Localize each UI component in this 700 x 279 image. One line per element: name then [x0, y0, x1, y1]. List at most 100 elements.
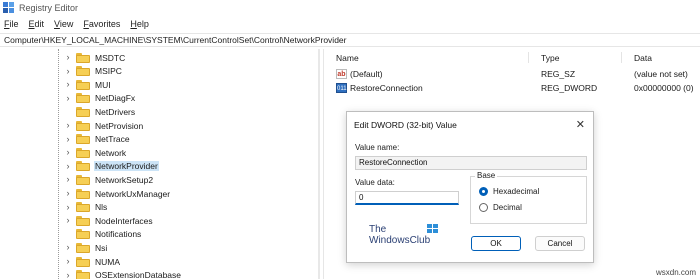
- chevron-right-icon[interactable]: ›: [64, 66, 72, 76]
- tree-item-netprovision[interactable]: › NetProvision: [64, 119, 144, 132]
- cancel-button[interactable]: Cancel: [535, 236, 585, 251]
- menu-view[interactable]: View: [54, 19, 73, 29]
- tree-item-nodeinterfaces[interactable]: › NodeInterfaces: [64, 214, 154, 227]
- thewindowsclub-watermark: The WindowsClub: [369, 224, 438, 246]
- registry-editor-icon: [3, 2, 15, 14]
- menu-favorites[interactable]: Favorites: [83, 19, 120, 29]
- tree-guide-line: [58, 49, 59, 279]
- tree-item-label: Nsi: [95, 242, 108, 253]
- key-tree[interactable]: › MSDTC › MSIPC › MUI › NetDiagFx NetDrivers › Net…: [0, 49, 324, 279]
- value-row[interactable]: 011 RestoreConnection REG_DWORD 0x00000000 …: [330, 82, 700, 95]
- tree-item-netdiagfx[interactable]: › NetDiagFx: [64, 92, 136, 105]
- folder-icon: [76, 270, 90, 279]
- address-bar[interactable]: Computer\HKEY_LOCAL_MACHINE\SYSTEM\Curre…: [0, 33, 700, 47]
- tree-item-netdrivers[interactable]: NetDrivers: [64, 105, 136, 118]
- tree-item-label: NodeInterfaces: [95, 215, 153, 226]
- folder-icon: [76, 147, 90, 158]
- chevron-right-icon[interactable]: ›: [64, 257, 72, 266]
- chevron-right-icon[interactable]: ›: [64, 161, 72, 171]
- value-row[interactable]: ab (Default) REG_SZ (value not set): [330, 68, 700, 81]
- hexadecimal-radio[interactable]: [479, 187, 488, 196]
- chevron-right-icon[interactable]: ›: [64, 80, 72, 89]
- tree-item-label: OSExtensionDatabase: [95, 270, 181, 279]
- tree-item-networkprovider[interactable]: › NetworkProvider: [64, 160, 159, 173]
- tree-item-label: NetTrace: [95, 134, 130, 145]
- folder-icon: [76, 174, 90, 185]
- decimal-radio[interactable]: [479, 203, 488, 212]
- tree-item-networksetup2[interactable]: › NetworkSetup2: [64, 173, 154, 186]
- folder-icon: [76, 229, 90, 240]
- tree-item-label: NetworkProvider: [94, 161, 159, 172]
- site-watermark: wsxdn.com: [655, 268, 696, 277]
- tree-item-network[interactable]: › Network: [64, 146, 127, 159]
- chevron-right-icon[interactable]: ›: [64, 243, 72, 252]
- tree-item-label: Nls: [95, 202, 108, 213]
- close-icon[interactable]: ✕: [576, 118, 585, 131]
- base-group: Base Hexadecimal Decimal: [470, 171, 587, 224]
- folder-icon: [76, 256, 90, 267]
- menu-file[interactable]: File: [4, 19, 19, 29]
- column-separator[interactable]: [621, 52, 622, 63]
- hexadecimal-label[interactable]: Hexadecimal: [493, 187, 539, 196]
- menu-edit[interactable]: Edit: [29, 19, 45, 29]
- folder-icon: [76, 93, 90, 104]
- tree-item-nettrace[interactable]: › NetTrace: [64, 133, 131, 146]
- tree-item-osextensiondatabase[interactable]: › OSExtensionDatabase: [64, 269, 182, 279]
- folder-icon: [76, 188, 90, 199]
- column-separator[interactable]: [528, 52, 529, 63]
- folder-icon: [76, 161, 90, 172]
- value-name-label: Value name:: [355, 143, 400, 152]
- folder-icon: [76, 202, 90, 213]
- folder-icon: [76, 215, 90, 226]
- chevron-right-icon[interactable]: ›: [64, 148, 72, 157]
- value-data-field[interactable]: 0: [355, 191, 459, 205]
- column-header-name[interactable]: Name: [336, 53, 359, 63]
- ok-button[interactable]: OK: [471, 236, 521, 251]
- decimal-label[interactable]: Decimal: [493, 203, 522, 212]
- chevron-right-icon[interactable]: ›: [64, 93, 72, 103]
- windows-logo-icon: [427, 224, 438, 233]
- base-label: Base: [475, 171, 498, 180]
- value-name: (Default): [350, 69, 383, 79]
- chevron-right-icon[interactable]: ›: [64, 189, 72, 198]
- chevron-right-icon[interactable]: ›: [64, 202, 72, 212]
- dialog-title: Edit DWORD (32-bit) Value: [354, 120, 457, 130]
- chevron-right-icon[interactable]: ›: [64, 53, 72, 62]
- column-header-data[interactable]: Data: [634, 53, 652, 63]
- value-name-field[interactable]: RestoreConnection: [355, 156, 587, 170]
- tree-item-label: Network: [95, 147, 127, 158]
- watermark-line-2: WindowsClub: [369, 235, 431, 246]
- tree-item-mui[interactable]: › MUI: [64, 78, 112, 91]
- tree-item-label: NetworkSetup2: [95, 174, 154, 185]
- tree-scrollbar[interactable]: [318, 49, 320, 279]
- tree-item-msipc[interactable]: › MSIPC: [64, 65, 123, 78]
- value-data: 0x00000000 (0): [634, 83, 694, 93]
- chevron-right-icon[interactable]: ›: [64, 270, 72, 279]
- string-value-icon: ab: [336, 69, 347, 79]
- tree-item-networkuxmanager[interactable]: › NetworkUxManager: [64, 187, 171, 200]
- folder-icon: [76, 242, 90, 253]
- chevron-right-icon[interactable]: ›: [64, 175, 72, 184]
- folder-icon: [76, 106, 90, 117]
- tree-item-nsi[interactable]: › Nsi: [64, 241, 108, 254]
- tree-item-label: NetDrivers: [95, 106, 136, 117]
- column-header-type[interactable]: Type: [541, 53, 559, 63]
- tree-item-label: Notifications: [95, 229, 142, 240]
- tree-item-label: MSDTC: [95, 52, 126, 63]
- tree-item-notifications[interactable]: Notifications: [64, 228, 142, 241]
- tree-item-numa[interactable]: › NUMA: [64, 255, 121, 268]
- menu-help[interactable]: Help: [130, 19, 149, 29]
- tree-item-msdtc[interactable]: › MSDTC: [64, 51, 126, 64]
- chevron-right-icon[interactable]: ›: [64, 121, 72, 130]
- value-name: RestoreConnection: [350, 83, 423, 93]
- chevron-right-icon[interactable]: ›: [64, 216, 72, 225]
- tree-item-nls[interactable]: › Nls: [64, 201, 108, 214]
- menu-bar: File Edit View Favorites Help: [0, 16, 700, 32]
- window-title: Registry Editor: [19, 3, 79, 13]
- value-type: REG_DWORD: [541, 83, 598, 93]
- edit-dword-dialog: Edit DWORD (32-bit) Value ✕ Value name: …: [346, 111, 594, 263]
- watermark-line-1: The: [369, 224, 387, 235]
- folder-icon: [76, 66, 90, 77]
- chevron-right-icon[interactable]: ›: [64, 134, 72, 144]
- tree-item-label: NetProvision: [95, 120, 144, 131]
